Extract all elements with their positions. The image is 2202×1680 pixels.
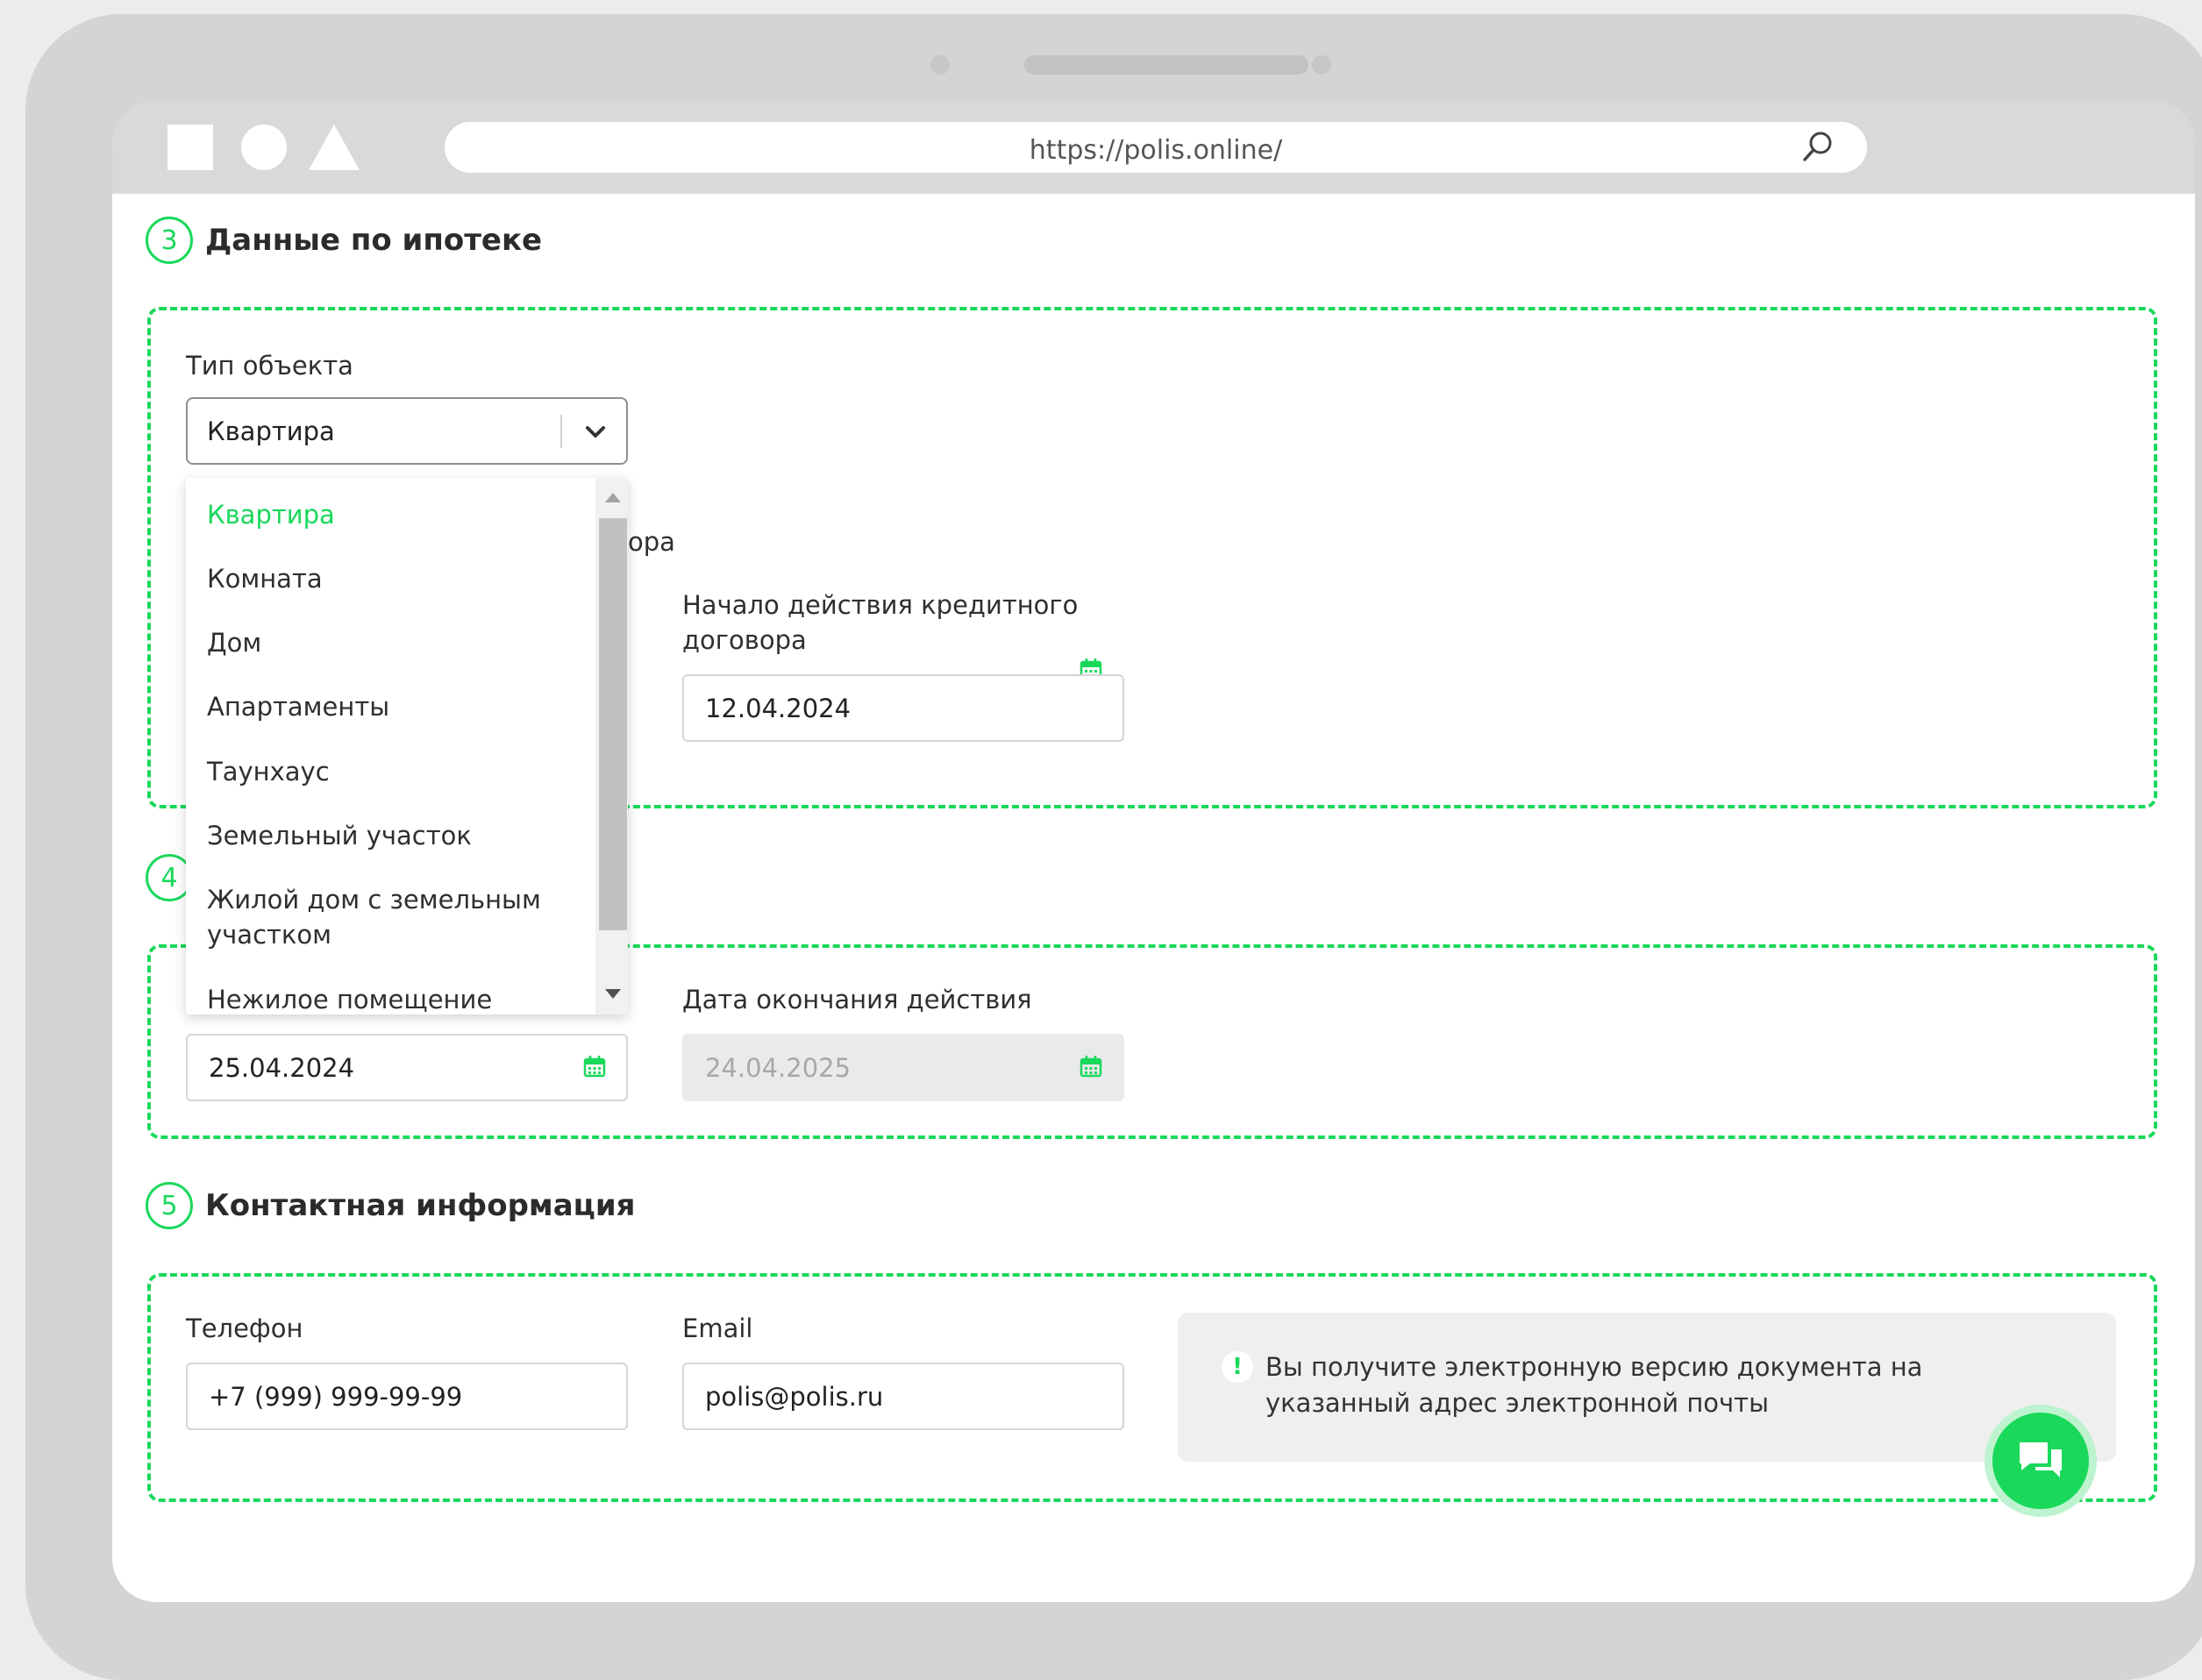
credit-start-input[interactable]: 12.04.2024: [682, 674, 1124, 742]
phone-input[interactable]: +7 (999) 999-99-99: [186, 1363, 628, 1430]
speaker-bar: [1024, 55, 1308, 75]
dropdown-option-land-plot[interactable]: Земельный участок: [207, 818, 575, 853]
section-3-number: 3: [146, 217, 193, 264]
dropdown-option-house-with-land[interactable]: Жилой дом с земельным участком: [207, 882, 575, 952]
browser-toolbar: https://polis.online/: [112, 101, 2195, 194]
dropdown-scrollbar-thumb[interactable]: [599, 518, 627, 930]
end-date-label: Дата окончания действия: [682, 985, 1032, 1014]
credit-start-label: Начало действия кредитного договора: [682, 590, 1079, 655]
dropdown-option-apartments[interactable]: Апартаменты: [207, 689, 575, 724]
triangle-icon: [309, 125, 360, 170]
device-frame: https://polis.online/ 3 Данные по ипотек…: [25, 14, 2202, 1680]
section-3-title: Данные по ипотеке: [205, 223, 543, 258]
camera-dot-left: [930, 55, 950, 75]
chat-icon: [2020, 1442, 2062, 1477]
alert-icon: !: [1222, 1351, 1253, 1383]
section-5-title: Контактная информация: [205, 1188, 636, 1223]
section-5-header: 5 Контактная информация: [146, 1182, 636, 1229]
notice-text: Вы получите электронную версию документа…: [1265, 1352, 1923, 1418]
chat-button-inner[interactable]: [1992, 1413, 2089, 1509]
search-icon[interactable]: [1799, 130, 1835, 165]
camera-dot-right: [1312, 55, 1331, 75]
select-divider: [560, 415, 562, 448]
url-text: https://polis.online/: [1029, 135, 1283, 166]
section-3-header: 3 Данные по ипотеке: [146, 217, 542, 264]
square-icon: [167, 125, 213, 170]
address-bar[interactable]: https://polis.online/: [445, 122, 1867, 173]
circle-icon: [241, 125, 287, 170]
chevron-down-icon[interactable]: [582, 418, 609, 445]
dropdown-option-flat[interactable]: Квартира: [207, 497, 575, 532]
hidden-label-fragment: ора: [628, 527, 675, 557]
start-date-input[interactable]: 25.04.2024: [186, 1034, 628, 1101]
dropdown-option-house[interactable]: Дом: [207, 625, 575, 660]
email-label: Email: [682, 1313, 753, 1343]
email-notice: ! Вы получите электронную версию докумен…: [1178, 1313, 2116, 1462]
phone-label: Телефон: [186, 1313, 303, 1343]
scroll-up-arrow-icon[interactable]: [605, 493, 621, 502]
section-5-number: 5: [146, 1182, 193, 1229]
calendar-icon[interactable]: [583, 1055, 606, 1078]
browser-screen: https://polis.online/ 3 Данные по ипотек…: [112, 101, 2195, 1602]
object-type-label: Тип объекта: [186, 351, 353, 381]
end-date-input: 24.04.2025: [682, 1034, 1124, 1101]
dropdown-option-non-residential[interactable]: Нежилое помещение: [207, 982, 575, 1014]
object-type-value: Квартира: [207, 416, 335, 446]
chat-button[interactable]: [1985, 1405, 2097, 1517]
calendar-icon: [1080, 1056, 1102, 1078]
dropdown-option-townhouse[interactable]: Таунхаус: [207, 754, 575, 789]
email-input[interactable]: polis@polis.ru: [682, 1363, 1124, 1430]
object-type-dropdown: Квартира Комната Дом Апартаменты Таунхау…: [186, 478, 628, 1014]
scroll-down-arrow-icon[interactable]: [605, 989, 621, 999]
object-type-select[interactable]: Квартира: [186, 397, 628, 465]
dropdown-option-room[interactable]: Комната: [207, 561, 575, 596]
